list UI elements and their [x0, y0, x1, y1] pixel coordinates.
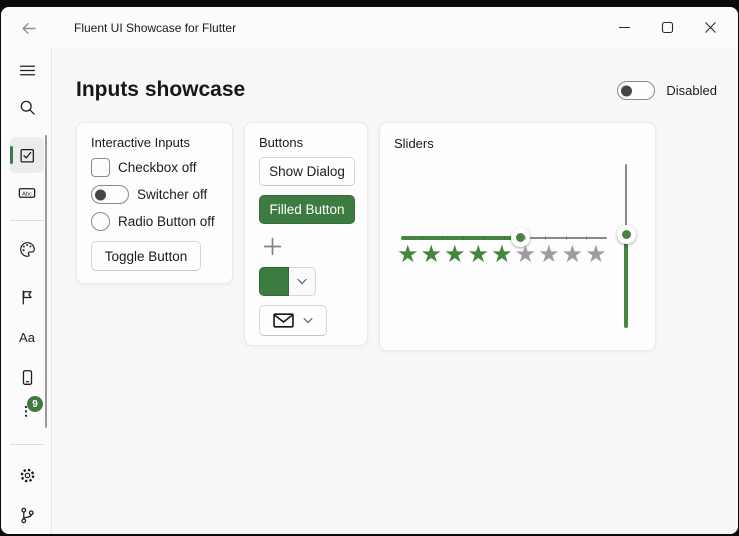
card-title: Interactive Inputs [91, 135, 218, 150]
slider-track-empty[interactable] [625, 164, 627, 235]
sidebar-item-colors[interactable] [10, 233, 44, 265]
slider-tick [504, 236, 505, 240]
textbox-abc-icon: Abc [18, 184, 36, 202]
gear-icon [19, 467, 36, 484]
slider-tick [442, 236, 443, 240]
card-title: Sliders [394, 136, 434, 151]
envelope-icon [273, 313, 294, 328]
filled-button[interactable]: Filled Button [259, 195, 355, 224]
sidebar-item-localization[interactable] [10, 281, 44, 313]
page-title: Inputs showcase [76, 78, 245, 102]
checkbox-inputs-icon [19, 147, 36, 164]
flag-icon [19, 289, 36, 306]
rating-bar[interactable]: ★★★★★★★★★ [397, 243, 609, 267]
checkbox[interactable] [91, 158, 110, 177]
mail-dropdown-button[interactable] [259, 305, 327, 336]
sidebar-item-settings[interactable] [10, 459, 44, 491]
toggle-knob [95, 189, 106, 200]
back-arrow-icon [20, 20, 37, 37]
svg-text:Abc: Abc [22, 191, 32, 197]
plus-icon [263, 237, 282, 256]
main-content: Inputs showcase Disabled Interactive Inp… [53, 48, 738, 534]
slider-track-filled[interactable] [401, 236, 520, 240]
maximize-button[interactable] [646, 7, 689, 48]
toggle-button[interactable]: Toggle Button [91, 241, 201, 271]
buttons-card: Buttons Show Dialog Filled Button [244, 122, 368, 346]
split-button-dropdown[interactable] [289, 267, 316, 296]
toggle-knob [621, 85, 632, 96]
sidebar-item-version[interactable] [10, 499, 44, 531]
typography-aa-icon: Aa [19, 330, 35, 345]
sidebar-scrollbar[interactable] [45, 135, 47, 428]
selected-accent-bar [10, 146, 13, 164]
close-icon [704, 21, 717, 34]
notification-badge: 9 [27, 396, 43, 412]
rating-star[interactable]: ★ [515, 243, 539, 267]
switcher-toggle[interactable] [91, 185, 129, 204]
sidebar-item-mobile[interactable] [10, 361, 44, 393]
interactive-inputs-card: Interactive Inputs Checkbox off Switcher… [76, 122, 233, 284]
slider-thumb-dot [622, 230, 631, 239]
rating-star[interactable]: ★ [468, 243, 492, 267]
add-icon-button[interactable] [259, 233, 285, 259]
search-icon [19, 99, 36, 116]
slider-tick [422, 236, 423, 240]
card-title: Buttons [259, 135, 353, 150]
vertical-slider[interactable] [615, 164, 637, 328]
rating-star[interactable]: ★ [562, 243, 586, 267]
checkbox-label: Checkbox off [118, 160, 197, 175]
sidebar-item-menu[interactable] [10, 54, 44, 86]
disabled-toggle[interactable] [617, 81, 655, 100]
rating-star[interactable]: ★ [444, 243, 468, 267]
radio-label: Radio Button off [118, 214, 215, 229]
minimize-icon [618, 21, 631, 34]
show-dialog-button[interactable]: Show Dialog [259, 157, 355, 186]
titlebar: Fluent UI Showcase for Flutter [1, 7, 738, 48]
mobile-phone-icon [19, 369, 36, 386]
sidebar-item-search[interactable] [10, 91, 44, 123]
slider-tick [566, 236, 567, 240]
palette-icon [19, 241, 36, 258]
slider-track-filled[interactable] [624, 235, 628, 328]
color-split-button [259, 267, 316, 296]
close-button[interactable] [689, 7, 732, 48]
sidebar-item-textbox[interactable]: Abc [10, 177, 44, 209]
rating-star[interactable]: ★ [538, 243, 562, 267]
window-title: Fluent UI Showcase for Flutter [74, 7, 236, 48]
disabled-toggle-label: Disabled [666, 83, 717, 98]
sidebar-divider [10, 444, 44, 445]
rating-star[interactable]: ★ [421, 243, 445, 267]
slider-tick [586, 236, 587, 240]
sidebar-item-inputs[interactable] [10, 137, 44, 173]
sidebar-divider [10, 220, 44, 221]
navigation-pane: Abc Aa [1, 48, 52, 534]
chevron-down-icon [297, 278, 307, 285]
split-button-primary[interactable] [259, 267, 289, 296]
back-button[interactable] [13, 14, 43, 42]
minimize-button[interactable] [603, 7, 646, 48]
slider-tick [463, 236, 464, 240]
maximize-icon [661, 21, 674, 34]
chevron-down-icon [303, 317, 313, 324]
hamburger-menu-icon [19, 62, 36, 79]
sidebar-item-more[interactable]: 9 [10, 395, 44, 427]
slider-tick [483, 236, 484, 240]
radio-button[interactable] [91, 212, 110, 231]
rating-star[interactable]: ★ [491, 243, 515, 267]
source-branch-icon [19, 507, 36, 524]
app-window: Fluent UI Showcase for Flutter [1, 7, 738, 534]
rating-star[interactable]: ★ [585, 243, 609, 267]
rating-star[interactable]: ★ [397, 243, 421, 267]
switcher-label: Switcher off [137, 187, 207, 202]
sliders-card: Sliders ★★★★★★★★★ [379, 122, 656, 351]
slider-tick [545, 236, 546, 240]
slider-track-empty[interactable] [520, 237, 607, 239]
sidebar-item-typography[interactable]: Aa [10, 321, 44, 353]
slider-thumb[interactable] [617, 225, 636, 244]
slider-tick [525, 236, 526, 240]
